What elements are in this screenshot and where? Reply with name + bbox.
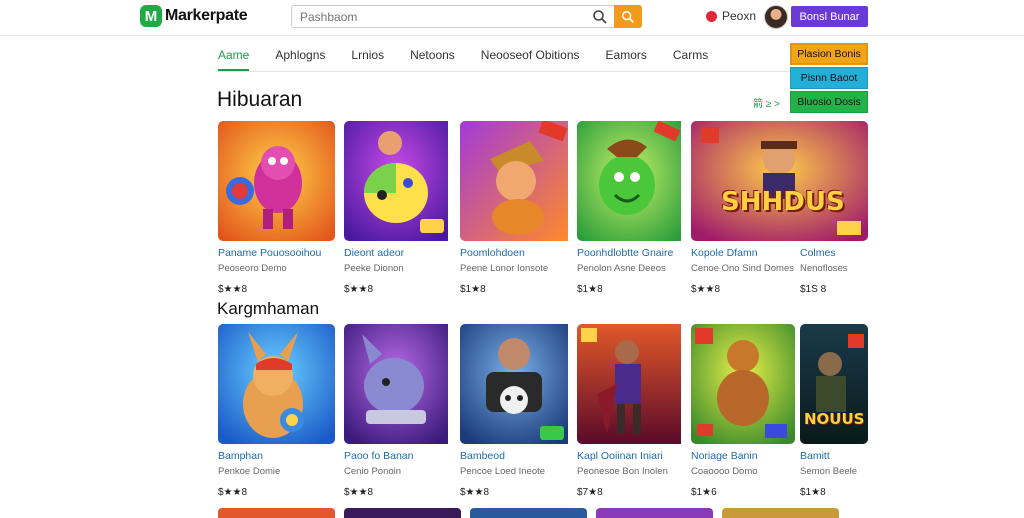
tabs-divider xyxy=(218,71,868,72)
app-title[interactable]: Noriage Banin xyxy=(691,450,808,462)
app-card[interactable]: NOUUS Bamitt Semon Beele $1★8 xyxy=(800,324,868,498)
app-thumbnail[interactable] xyxy=(344,508,461,518)
app-card[interactable]: Paname Pouosooihou Peoseoro Demo $★★8 xyxy=(218,121,335,295)
app-thumbnail[interactable]: SHHDUS xyxy=(691,121,868,241)
app-title[interactable]: Kapl Ooiinan Iniari xyxy=(577,450,694,462)
app-price: $1S 8 xyxy=(800,284,827,295)
app-thumbnail[interactable] xyxy=(577,121,694,241)
user-menu[interactable]: Peoxn xyxy=(706,9,756,23)
tab-lrnios[interactable]: Lrnios xyxy=(351,48,384,71)
app-title[interactable]: Bamitt xyxy=(800,450,868,462)
app-price: $1★6 xyxy=(691,487,717,498)
app-title[interactable]: Poonhdlobtte Gnaire xyxy=(577,247,694,259)
app-thumbnail[interactable] xyxy=(691,324,795,444)
app-developer: Coaoooo Domo xyxy=(691,466,758,477)
app-logo[interactable]: M Markerpate xyxy=(140,5,248,27)
app-card[interactable]: Poomlohdoen Peene Lonor Ionsote $1★8 xyxy=(460,121,577,295)
search-input[interactable] xyxy=(292,6,582,27)
next-row-thumbnails xyxy=(218,508,868,518)
logo-icon: M xyxy=(140,5,162,27)
see-all-link[interactable]: 箭 ≥ > xyxy=(753,95,780,110)
app-price: $★★8 xyxy=(460,487,490,498)
app-thumbnail[interactable]: NOUUS xyxy=(800,324,868,444)
logo-text: Markerpate xyxy=(165,7,248,24)
app-developer: Semon Beele xyxy=(800,466,858,477)
thumbnail-logo-text: SHHDUS xyxy=(721,187,845,217)
app-thumbnail[interactable] xyxy=(460,121,577,241)
avatar[interactable] xyxy=(764,5,788,29)
category-tabs: Aame Aphlogns Lrnios Netoons Neooseof Ob… xyxy=(218,48,734,71)
app-title[interactable]: Kopole Dfamn xyxy=(691,247,794,259)
app-developer: Pencoe Loed Ineote xyxy=(460,466,546,477)
app-price: $1★8 xyxy=(460,284,486,295)
app-card[interactable]: Bambeod Pencoe Loed Ineote $★★8 xyxy=(460,324,577,498)
tab-carms[interactable]: Carms xyxy=(673,48,708,71)
app-thumbnail[interactable] xyxy=(218,508,335,518)
app-price: $1★8 xyxy=(577,284,603,295)
side-button-teal[interactable]: Pisnn Baoot xyxy=(790,67,868,89)
app-title[interactable]: Dieont adeor xyxy=(344,247,461,259)
tab-neooseof-obitions[interactable]: Neooseof Obitions xyxy=(481,48,580,71)
app-card[interactable]: Noriage Banin Coaoooo Domo $1★6 xyxy=(691,324,808,498)
tab-applications[interactable]: Aphlogns xyxy=(275,48,325,71)
app-developer: Peene Lonor Ionsote xyxy=(460,263,549,274)
user-name: Peoxn xyxy=(722,9,757,23)
app-title[interactable]: Paoo fo Banan xyxy=(344,450,461,462)
app-title[interactable]: Bambeod xyxy=(460,450,577,462)
section-title-kargmhaman: Kargmhaman xyxy=(217,299,320,318)
app-card[interactable]: Bamphan Penkoe Domie $★★8 xyxy=(218,324,335,498)
app-title[interactable]: Paname Pouosooihou xyxy=(218,247,335,259)
app-developer: Cenio Ponoin xyxy=(344,466,402,477)
app-developer: Peonesoe Bon Inolen xyxy=(577,466,668,477)
app-thumbnail[interactable] xyxy=(460,324,577,444)
app-thumbnail[interactable] xyxy=(344,121,461,241)
app-developer: Penkoe Domie xyxy=(218,466,281,477)
tab-netoons[interactable]: Netoons xyxy=(410,48,455,71)
tab-eamors[interactable]: Eamors xyxy=(606,48,647,71)
section-title-hiburan: Hibuaran xyxy=(217,88,303,111)
app-developer: Peoseoro Demo xyxy=(218,263,287,274)
app-price: $★★8 xyxy=(344,487,374,498)
tab-home[interactable]: Aame xyxy=(218,48,250,71)
app-price: $★★8 xyxy=(218,284,248,295)
app-card[interactable]: SHHDUS Kopole Dfamn Cenoe Ono Sind Domes… xyxy=(691,121,868,295)
header-cta-button[interactable]: Bonsl Bunar xyxy=(791,6,868,27)
app-thumbnail[interactable] xyxy=(344,324,461,444)
app-card[interactable]: Paoo fo Banan Cenio Ponoin $★★8 xyxy=(344,324,461,498)
thumbnail-logo-text: NOUUS xyxy=(804,410,865,428)
search-icon[interactable] xyxy=(592,9,608,25)
app-thumbnail[interactable] xyxy=(596,508,713,518)
app-thumbnail[interactable] xyxy=(470,508,587,518)
app-developer: Cenoe Ono Sind Domes xyxy=(691,263,794,274)
app-price: $★★8 xyxy=(344,284,374,295)
side-button-orange[interactable]: Plasion Bonis xyxy=(790,43,868,65)
app-price: $★★8 xyxy=(691,284,721,295)
app-price: $1★8 xyxy=(800,487,826,498)
app-price: $7★8 xyxy=(577,487,603,498)
app-thumbnail[interactable] xyxy=(218,324,335,444)
search-button[interactable] xyxy=(614,5,642,28)
app-title[interactable]: Bamphan xyxy=(218,450,335,462)
app-card[interactable]: Dieont adeor Peeke Dionon $★★8 xyxy=(344,121,461,295)
app-thumbnail[interactable] xyxy=(577,324,694,444)
notification-dot-icon xyxy=(706,10,717,22)
app-card[interactable]: Kapl Ooiinan Iniari Peonesoe Bon Inolen … xyxy=(577,324,694,498)
app-developer: Penolon Asne Deeos xyxy=(577,263,666,274)
top-header: M Markerpate Peoxn Bonsl Bunar xyxy=(0,0,1024,36)
app-thumbnail[interactable] xyxy=(722,508,839,518)
side-button-stack: Plasion Bonis Pisnn Baoot Bluosio Dosis xyxy=(790,43,868,115)
app-developer: Nenofloses xyxy=(800,263,848,274)
search-bar[interactable] xyxy=(291,5,617,28)
side-button-green[interactable]: Bluosio Dosis xyxy=(790,91,868,113)
app-developer: Peeke Dionon xyxy=(344,263,404,274)
search-icon xyxy=(621,10,634,23)
app-thumbnail[interactable] xyxy=(218,121,335,241)
app-title[interactable]: Poomlohdoen xyxy=(460,247,577,259)
app-price: $★★8 xyxy=(218,487,248,498)
app-card[interactable]: Poonhdlobtte Gnaire Penolon Asne Deeos $… xyxy=(577,121,694,295)
app-title[interactable]: Colmes xyxy=(800,247,868,259)
